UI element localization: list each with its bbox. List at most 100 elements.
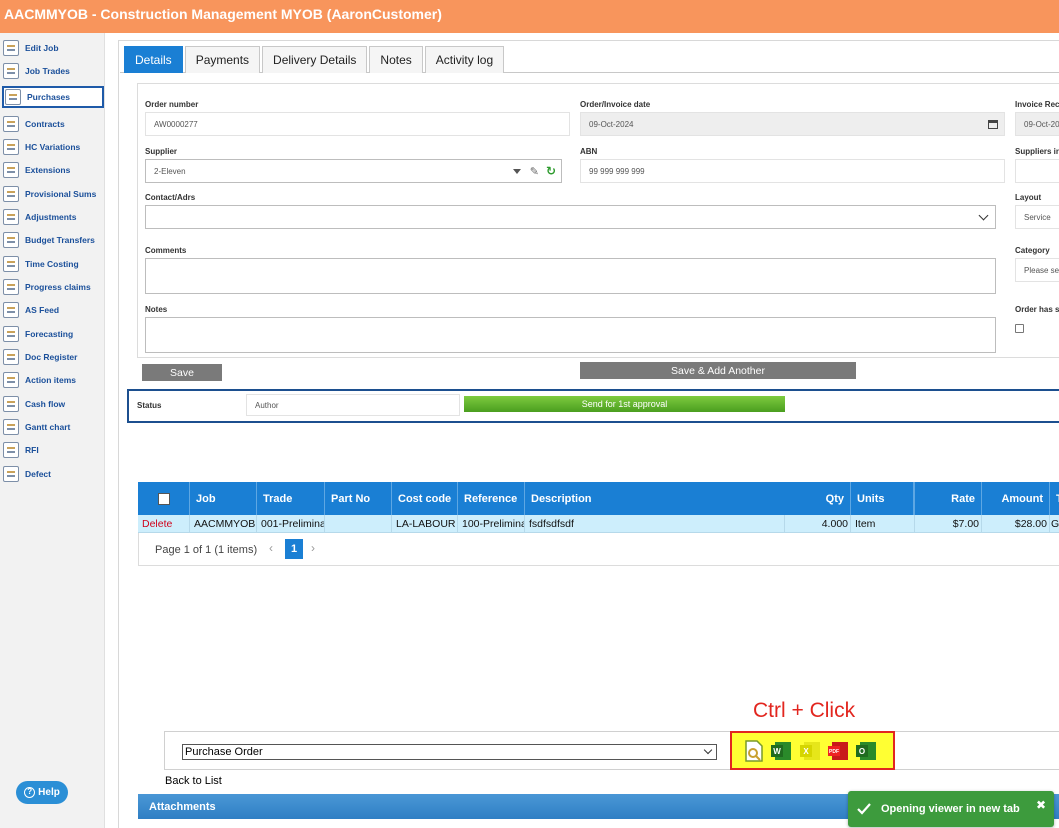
- col-cost-code[interactable]: Cost code: [392, 482, 458, 515]
- col-job[interactable]: Job: [190, 482, 257, 515]
- help-button[interactable]: ? Help: [16, 781, 68, 804]
- excel-icon[interactable]: X: [798, 739, 822, 763]
- col-rate[interactable]: Rate: [915, 482, 982, 515]
- svg-text:PDF: PDF: [829, 749, 839, 755]
- supplier-select[interactable]: 2-Eleven ✎ ↻: [145, 159, 562, 183]
- cell-rate: $7.00: [915, 515, 982, 533]
- sidebar-item-doc-register[interactable]: Doc Register: [2, 346, 104, 368]
- word-icon[interactable]: W: [769, 739, 793, 763]
- category-label: Category: [1015, 246, 1050, 255]
- send-approval-button[interactable]: Send for 1st approval: [464, 396, 785, 412]
- sidebar-item-cash-flow[interactable]: Cash flow: [2, 393, 104, 415]
- sidebar-item-contracts[interactable]: Contracts: [2, 113, 104, 135]
- export-icons: W X PDF O: [730, 731, 895, 770]
- sidebar-item-label: Budget Transfers: [25, 235, 95, 245]
- cell-amount: $28.00: [982, 515, 1050, 533]
- order-date-field[interactable]: 09-Oct-2024: [580, 112, 1005, 136]
- dropdown-arrow-icon[interactable]: [513, 169, 521, 174]
- status-value: Author: [255, 400, 279, 410]
- sidebar-item-adjustments[interactable]: Adjustments: [2, 206, 104, 228]
- ctrl-click-hint: Ctrl + Click: [753, 699, 856, 722]
- view-icon[interactable]: [742, 739, 766, 763]
- col-part-no[interactable]: Part No: [325, 482, 392, 515]
- sidebar-item-defect[interactable]: Defect: [2, 463, 104, 485]
- order-number-field[interactable]: AW0000277: [145, 112, 570, 136]
- attachments-label: Attachments: [149, 800, 216, 813]
- rfi-icon: [3, 442, 19, 458]
- suppliers-inv-field[interactable]: [1015, 159, 1059, 183]
- variations-icon: [3, 139, 19, 155]
- abn-label: ABN: [580, 147, 598, 156]
- sidebar-item-provisional-sums[interactable]: Provisional Sums: [2, 183, 104, 205]
- category-select[interactable]: Please se: [1015, 258, 1059, 282]
- tab-notes[interactable]: Notes: [369, 46, 423, 73]
- edit-icon[interactable]: ✎: [530, 165, 539, 178]
- abn-field[interactable]: 99 999 999 999: [580, 159, 1005, 183]
- invoice-received-field[interactable]: 09-Oct-20: [1015, 112, 1059, 136]
- page-number-button[interactable]: 1: [285, 539, 303, 559]
- sidebar-item-extensions[interactable]: Extensions: [2, 159, 104, 181]
- abn-value: 99 999 999 999: [589, 166, 645, 176]
- notes-textarea[interactable]: [145, 317, 996, 353]
- table-row[interactable]: Delete AACMMYOB 001-Prelimina LA-LABOUR …: [138, 515, 1059, 533]
- save-button[interactable]: Save: [142, 364, 222, 381]
- sidebar-item-edit-job[interactable]: Edit Job: [2, 37, 104, 59]
- sidebar-item-hc-variations[interactable]: HC Variations: [2, 136, 104, 158]
- tab-payments[interactable]: Payments: [184, 46, 261, 73]
- layout-select[interactable]: Service: [1015, 205, 1059, 229]
- back-to-list-link[interactable]: Back to List: [165, 775, 222, 787]
- outlook-icon[interactable]: O: [854, 739, 878, 763]
- col-amount[interactable]: Amount: [982, 482, 1050, 515]
- delete-link[interactable]: Delete: [138, 515, 190, 533]
- cell-reference: 100-Prelimina: [458, 515, 525, 533]
- sidebar-item-gantt-chart[interactable]: Gantt chart: [2, 416, 104, 438]
- sidebar-item-purchases[interactable]: Purchases: [2, 86, 104, 108]
- comments-textarea[interactable]: [145, 258, 996, 294]
- sidebar-item-label: Adjustments: [25, 212, 77, 222]
- col-qty[interactable]: Qty: [785, 482, 851, 515]
- save-add-another-button[interactable]: Save & Add Another: [580, 362, 856, 379]
- invoice-received-label: Invoice Rece: [1015, 100, 1059, 109]
- col-trade[interactable]: Trade: [257, 482, 325, 515]
- prev-page-icon[interactable]: ‹: [269, 541, 279, 555]
- calendar-icon[interactable]: [988, 120, 998, 129]
- pager: Page 1 of 1 (1 items) ‹ 1 ›: [138, 533, 1059, 566]
- cell-tax: G: [1051, 518, 1059, 530]
- order-has-checkbox[interactable]: [1015, 324, 1024, 333]
- sidebar-item-progress-claims[interactable]: Progress claims: [2, 276, 104, 298]
- time-costing-icon: [3, 256, 19, 272]
- document-type-select[interactable]: Purchase Order: [182, 744, 717, 760]
- col-reference[interactable]: Reference: [458, 482, 525, 515]
- contact-select[interactable]: [145, 205, 996, 229]
- tab-delivery-details[interactable]: Delivery Details: [262, 46, 368, 73]
- col-units[interactable]: Units: [851, 482, 915, 515]
- pdf-icon[interactable]: PDF: [826, 739, 850, 763]
- forecasting-icon: [3, 326, 19, 342]
- feed-icon: [3, 302, 19, 318]
- close-icon[interactable]: ✖: [1036, 798, 1046, 812]
- order-number-value: AW0000277: [154, 119, 198, 129]
- sidebar-item-action-items[interactable]: Action items: [2, 369, 104, 391]
- tab-details[interactable]: Details: [124, 46, 183, 73]
- next-page-icon[interactable]: ›: [311, 541, 321, 555]
- sidebar-item-label: Doc Register: [25, 352, 78, 362]
- contact-label: Contact/Adrs: [145, 193, 196, 202]
- sidebar-item-budget-transfers[interactable]: Budget Transfers: [2, 229, 104, 251]
- sidebar-item-label: Contracts: [25, 119, 65, 129]
- sidebar-item-forecasting[interactable]: Forecasting: [2, 323, 104, 345]
- select-all-cell: [138, 482, 190, 515]
- cell-cost-code: LA-LABOUR: [392, 515, 458, 533]
- sidebar-item-job-trades[interactable]: Job Trades: [2, 60, 104, 82]
- toast-message: Opening viewer in new tab: [881, 803, 1020, 815]
- tab-bar: Details Payments Delivery Details Notes Acti…: [124, 46, 505, 73]
- help-label: Help: [38, 787, 60, 798]
- refresh-icon[interactable]: ↻: [546, 164, 556, 178]
- sidebar-item-label: AS Feed: [25, 305, 60, 315]
- sidebar-item-as-feed[interactable]: AS Feed: [2, 299, 104, 321]
- col-tax[interactable]: T: [1050, 482, 1059, 515]
- tab-activity-log[interactable]: Activity log: [424, 46, 505, 73]
- sidebar-item-rfi[interactable]: RFI: [2, 439, 104, 461]
- sidebar-item-time-costing[interactable]: Time Costing: [2, 253, 104, 275]
- select-all-checkbox[interactable]: [158, 493, 170, 505]
- progress-claims-icon: [3, 279, 19, 295]
